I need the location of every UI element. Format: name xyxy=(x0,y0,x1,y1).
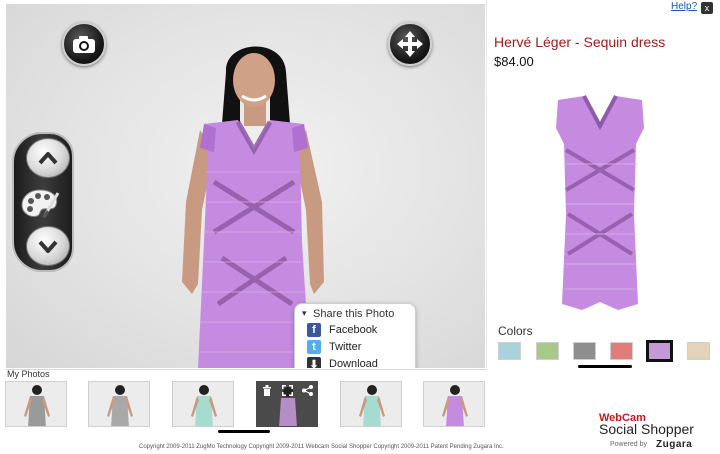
brand-powered-by: Powered by xyxy=(610,441,647,448)
rotate-icon xyxy=(397,31,423,57)
photo-thumbnail[interactable] xyxy=(423,381,485,427)
color-swatch-beige[interactable] xyxy=(687,342,710,360)
share-download-label: Download xyxy=(329,358,378,368)
thumbnail-person xyxy=(442,385,468,426)
color-swatches xyxy=(496,340,716,364)
photo-thumbnail[interactable] xyxy=(88,381,150,427)
dress-preview-image[interactable] xyxy=(548,94,652,314)
share-twitter-label: Twitter xyxy=(329,341,362,353)
photo-thumbnail-selected[interactable] xyxy=(256,381,318,427)
share-twitter-button[interactable]: t Twitter xyxy=(307,339,361,355)
camera-icon xyxy=(73,36,95,53)
move-up-button[interactable] xyxy=(26,138,70,178)
product-price: $84.00 xyxy=(494,54,534,69)
download-icon: ⬇ xyxy=(307,357,321,368)
my-photos-label: My Photos xyxy=(7,369,50,379)
adjust-control xyxy=(12,132,74,272)
chevron-down-icon xyxy=(38,240,58,253)
colors-label: Colors xyxy=(498,324,533,338)
expand-icon[interactable] xyxy=(280,384,294,397)
share-icon[interactable] xyxy=(300,384,314,397)
photo-thumbnail[interactable] xyxy=(172,381,234,427)
thumbnail-person xyxy=(24,385,50,426)
thumbnail-tools xyxy=(257,382,317,398)
photos-scrollbar[interactable] xyxy=(218,430,270,433)
brand-zugara-logo: Zugara xyxy=(656,439,693,450)
thumbnail-person xyxy=(359,385,385,426)
thumbnail-person xyxy=(107,385,133,426)
rotate-button[interactable] xyxy=(388,22,432,66)
camera-button[interactable] xyxy=(62,22,106,66)
color-swatch-lavender[interactable] xyxy=(646,340,673,362)
help-link[interactable]: Help? xyxy=(671,1,697,12)
photo-thumbnail[interactable] xyxy=(340,381,402,427)
share-popup: Share this Photo f Facebook t Twitter ⬇ … xyxy=(294,303,416,368)
move-down-button[interactable] xyxy=(26,226,70,266)
panel-divider xyxy=(486,0,487,370)
camera-stage: Share this Photo f Facebook t Twitter ⬇ … xyxy=(6,4,485,368)
delete-icon[interactable] xyxy=(260,384,274,397)
share-download-button[interactable]: ⬇ Download xyxy=(307,356,378,368)
color-swatch-coral[interactable] xyxy=(610,342,633,360)
close-button[interactable]: x xyxy=(701,2,713,14)
product-title: Hervé Léger - Sequin dress xyxy=(494,34,666,50)
facebook-icon: f xyxy=(307,323,321,337)
share-facebook-label: Facebook xyxy=(329,324,378,336)
chevron-up-icon xyxy=(38,152,58,165)
color-swatch-gray[interactable] xyxy=(573,342,596,360)
color-swatch-light-green[interactable] xyxy=(536,342,559,360)
copyright-text: Copyright 2009-2011 ZugMo Technology Cop… xyxy=(139,444,504,450)
colors-scrollbar[interactable] xyxy=(578,365,632,368)
brand-social-shopper: Social Shopper xyxy=(599,421,694,437)
webcam-social-shopper-app: Share this Photo f Facebook t Twitter ⬇ … xyxy=(0,0,720,454)
twitter-icon: t xyxy=(307,340,321,354)
palette-button[interactable] xyxy=(18,184,62,224)
palette-icon xyxy=(21,189,60,218)
color-swatch-light-blue[interactable] xyxy=(498,342,521,360)
photos-divider xyxy=(6,369,486,370)
share-title[interactable]: Share this Photo xyxy=(302,308,394,320)
photo-thumbnail[interactable] xyxy=(5,381,67,427)
thumbnail-person xyxy=(191,385,217,426)
share-facebook-button[interactable]: f Facebook xyxy=(307,322,377,338)
